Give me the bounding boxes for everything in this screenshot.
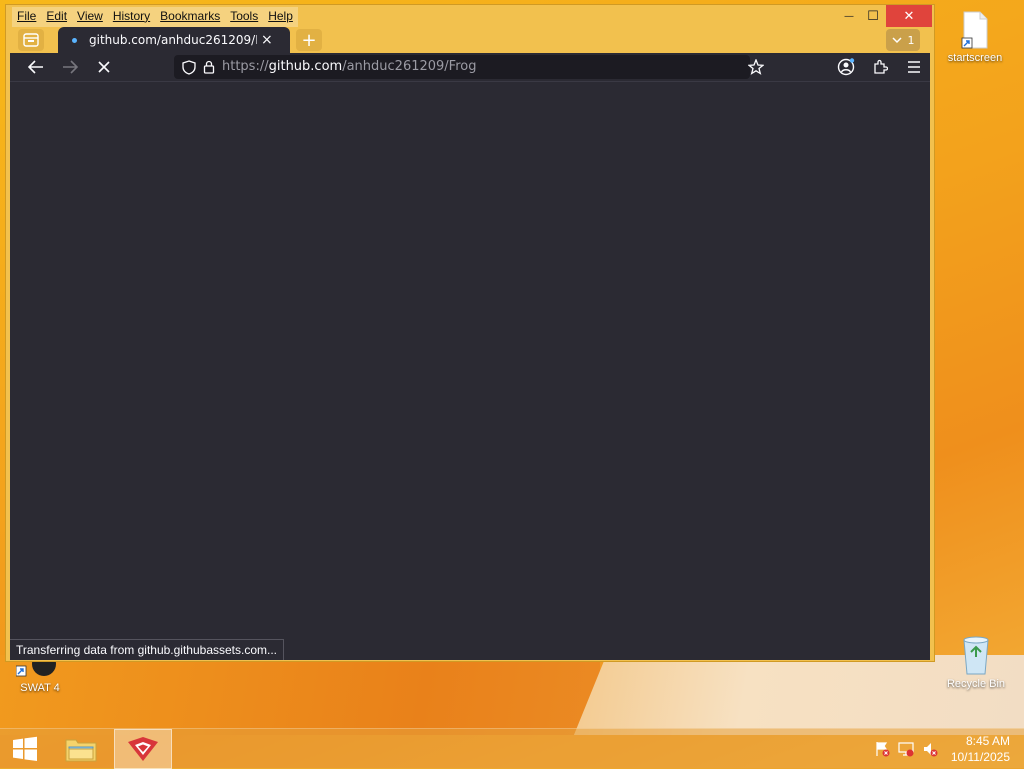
tab-close-button[interactable]: × [261,32,273,48]
maximize-button[interactable]: ☐ [858,5,888,27]
url-host: github.com [268,59,343,74]
menu-help[interactable]: Help [263,7,298,27]
url-text[interactable]: https://github.com/anhduc261209/Frog [222,59,476,74]
lock-icon[interactable] [203,60,215,74]
tab-strip: github.com/anhduc261209/Frog × + 1 [10,27,928,53]
url-bar[interactable]: https://github.com/anhduc261209/Frog [174,55,764,79]
clock-time: 8:45 AM [965,734,1010,748]
swat4-icon [16,662,56,678]
desktop-icon-label: Recycle Bin [946,678,1006,690]
stop-button[interactable] [92,56,116,78]
recycle-bin-icon [959,632,993,676]
tracking-shield-icon[interactable] [182,60,196,75]
app-menu-button[interactable] [902,56,926,78]
menu-tools[interactable]: Tools [225,7,263,27]
tab-github[interactable]: github.com/anhduc261209/Frog × [58,27,290,53]
bookmark-star-icon[interactable] [748,59,764,75]
menu-history[interactable]: History [108,7,155,27]
network-icon [898,742,914,757]
taskbar-firefox[interactable] [114,729,172,769]
back-arrow-icon [28,60,43,74]
tray-volume[interactable] [920,729,940,769]
puzzle-icon [874,59,888,74]
close-icon: ✕ [903,8,915,24]
menu-edit[interactable]: Edit [41,7,72,27]
forward-button[interactable] [58,56,82,78]
desktop-wallpaper-band [0,655,600,735]
page-content-area[interactable] [10,81,930,660]
stop-x-icon [98,61,110,73]
firefox-view-icon [23,33,39,47]
clock-date: 10/11/2025 [950,750,1010,764]
desktop-icon-label: startscreen [947,52,1003,64]
extensions-button[interactable] [868,56,892,78]
flag-error-icon [876,742,890,757]
menu-bar: File Edit View History Bookmarks Tools H… [12,7,298,27]
browser-app-icon [128,737,158,761]
tray-network[interactable] [896,729,916,769]
desktop-icon-startscreen[interactable]: startscreen [944,10,1006,64]
desktop-icon-label: SWAT 4 [20,682,60,694]
minimize-icon: — [844,10,854,22]
menu-bookmarks[interactable]: Bookmarks [155,7,225,27]
close-window-button[interactable]: ✕ [886,5,932,27]
volume-muted-icon [924,743,938,757]
list-all-tabs-button[interactable]: 1 [886,29,920,51]
maximize-icon: ☐ [867,8,879,24]
url-path: /anhduc261209/Frog [342,59,477,74]
loading-dot-icon [72,37,77,43]
tab-count: 1 [907,33,915,47]
url-scheme: https:// [222,59,269,74]
forward-arrow-icon [63,60,78,74]
navigation-toolbar: https://github.com/anhduc261209/Frog [10,53,930,81]
firefox-view-button[interactable] [18,29,44,51]
chevron-down-icon [891,37,902,44]
hamburger-menu-icon [908,61,920,73]
account-icon [837,58,855,76]
folder-icon [65,739,97,762]
status-panel: Transferring data from github.githubasse… [10,639,285,660]
taskbar: 8:45 AM 10/11/2025 [0,728,1024,769]
desktop-icon-recycle-bin[interactable]: Recycle Bin [940,632,1012,690]
back-button[interactable] [24,56,48,78]
menu-view[interactable]: View [72,7,108,27]
menu-file[interactable]: File [12,7,41,27]
start-button[interactable] [0,729,50,769]
taskbar-file-explorer[interactable] [58,729,104,769]
browser-window: File Edit View History Bookmarks Tools H… [5,4,935,662]
taskbar-clock[interactable]: 8:45 AM 10/11/2025 [951,733,1010,765]
new-tab-button[interactable]: + [296,29,322,51]
file-icon [960,10,990,50]
plus-icon: + [301,29,317,51]
tray-action-center[interactable] [872,729,892,769]
tab-title: github.com/anhduc261209/Frog [89,33,257,47]
windows-logo-icon [13,736,37,761]
account-button[interactable] [834,56,858,78]
